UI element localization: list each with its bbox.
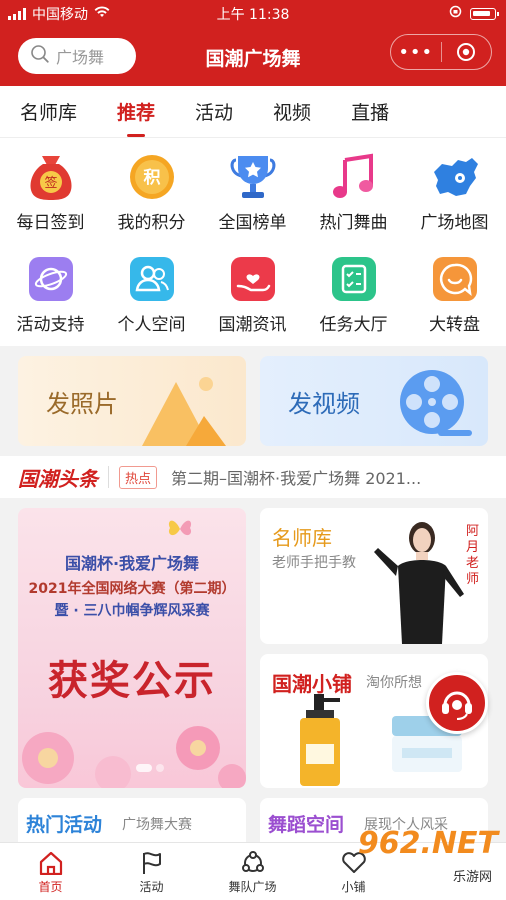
dance-space-title: 舞蹈空间 xyxy=(268,814,345,836)
headset-icon xyxy=(442,691,472,720)
hot-activity-card[interactable]: 热门活动 广场舞大赛 xyxy=(18,798,246,842)
nav-label: 活动 xyxy=(139,880,164,894)
grid-label: 热门舞曲 xyxy=(319,213,388,233)
film-reel-icon xyxy=(400,370,472,436)
trophy-icon xyxy=(228,152,278,202)
svg-text:签: 签 xyxy=(44,175,57,191)
banner-line3: 暨 · 三八巾帼争辉风采赛 xyxy=(54,603,210,619)
grid-label: 任务大厅 xyxy=(319,315,388,335)
tab-recommend[interactable]: 推荐 xyxy=(117,98,155,137)
grid-label: 广场地图 xyxy=(420,213,489,233)
flag-icon xyxy=(142,852,161,874)
tab-activities[interactable]: 活动 xyxy=(195,98,233,125)
more-menu-button[interactable]: ••• xyxy=(391,42,441,63)
mountain-picture-icon xyxy=(142,377,226,446)
status-time: 上午 11:38 xyxy=(216,7,290,23)
music-note-icon xyxy=(329,152,379,202)
post-video-label: 发视频 xyxy=(288,390,360,418)
tab-live[interactable]: 直播 xyxy=(351,98,389,125)
headline-logo: 国潮头条 xyxy=(18,466,98,491)
team-icon xyxy=(241,851,264,872)
shop-card-title: 国潮小铺 xyxy=(272,672,352,696)
status-bar: 中国移动 上午 11:38 xyxy=(0,0,506,26)
planet-icon xyxy=(26,254,76,304)
target-icon xyxy=(457,43,476,61)
smile-chat-icon xyxy=(430,254,480,304)
grid-label: 个人空间 xyxy=(117,315,186,335)
hot-activity-title: 热门活动 xyxy=(26,814,103,836)
points-coin-icon: 积 xyxy=(127,152,177,202)
china-map-icon xyxy=(430,152,480,202)
nav-label: 首页 xyxy=(38,880,63,894)
grid-label: 全国榜单 xyxy=(218,213,287,233)
banner-headline: 获奖公示 xyxy=(48,658,216,704)
grid-item-task-hall[interactable]: 任务大厅 xyxy=(303,254,404,335)
butterfly-icon xyxy=(168,520,192,536)
watermark-logo: 962.NET xyxy=(357,826,498,861)
contest-banner[interactable]: 国潮杯·我爱广场舞 2021年全国网络大赛（第二期） 暨 · 三八巾帼争辉风采赛… xyxy=(18,508,246,788)
battery-icon xyxy=(470,7,499,20)
carousel-dot xyxy=(156,764,164,772)
grid-label: 大转盘 xyxy=(429,315,480,335)
shop-card-subtitle: 淘你所想 xyxy=(366,675,422,691)
grid-item-lucky-wheel[interactable]: 大转盘 xyxy=(404,254,505,335)
tab-videos[interactable]: 视频 xyxy=(273,98,311,125)
post-photo-label: 发照片 xyxy=(46,390,118,418)
close-miniprogram-button[interactable] xyxy=(441,41,491,63)
grid-item-my-points[interactable]: 积 我的积分 xyxy=(101,152,202,233)
tab-teachers[interactable]: 名师库 xyxy=(20,98,77,125)
orientation-lock-icon xyxy=(449,5,462,22)
miniprogram-capsule: ••• xyxy=(390,34,492,70)
flower-decoration xyxy=(22,726,246,788)
teacher-card[interactable]: 名师库 老师手把手教 阿月老师 xyxy=(260,508,488,644)
teacher-card-title: 名师库 xyxy=(272,526,332,550)
post-photo-card[interactable]: 发照片 xyxy=(18,356,246,446)
app-header: 中国移动 上午 11:38 广场舞 国潮广场舞 ••• xyxy=(0,0,506,86)
product-bottle-image xyxy=(300,694,340,786)
headline-text: 第二期–国潮杯·我爱广场舞 2021... xyxy=(171,469,422,488)
grid-item-national-ranking[interactable]: 全国榜单 xyxy=(202,152,303,233)
grid-label: 每日签到 xyxy=(16,213,85,233)
grid-label: 国潮资讯 xyxy=(218,315,287,335)
sign-in-bag-icon: 签 xyxy=(26,152,76,202)
teacher-name-tag: 阿月老师 xyxy=(466,524,480,587)
customer-service-button[interactable] xyxy=(426,672,488,734)
hot-badge: 热点 xyxy=(119,465,158,489)
grid-item-daily-signin[interactable]: 签 每日签到 xyxy=(0,152,101,233)
grid-item-activity-support[interactable]: 活动支持 xyxy=(0,254,101,335)
nav-label: 舞队广场 xyxy=(228,880,277,894)
banner-line1: 国潮杯·我爱广场舞 xyxy=(64,554,200,573)
nav-activities[interactable]: 活动 xyxy=(101,843,202,900)
home-icon xyxy=(39,851,62,875)
banner-line2: 2021年全国网络大赛（第二期） xyxy=(28,581,236,597)
hand-heart-icon xyxy=(228,254,278,304)
feature-grid: 签 每日签到 积 我的积分 全国榜单 热门舞曲 广场地图 活动支持 个人空间 国… xyxy=(0,138,506,346)
teacher-card-subtitle: 老师手把手教 xyxy=(272,555,356,571)
dancer-photo xyxy=(374,522,464,644)
grid-label: 我的积分 xyxy=(117,213,186,233)
grid-label: 活动支持 xyxy=(16,315,85,335)
nav-team-square[interactable]: 舞队广场 xyxy=(202,843,303,900)
headline-divider xyxy=(108,466,109,488)
hot-activity-subtitle: 广场舞大赛 xyxy=(122,817,192,833)
grid-item-trend-news[interactable]: 国潮资讯 xyxy=(202,254,303,335)
headline-ticker[interactable]: 国潮头条 热点 第二期–国潮杯·我爱广场舞 2021... xyxy=(0,456,506,498)
people-icon xyxy=(127,254,177,304)
watermark-subtitle: 乐游网 xyxy=(452,870,492,885)
nav-home[interactable]: 首页 xyxy=(0,843,101,900)
nav-label: 小铺 xyxy=(341,880,366,894)
grid-item-square-map[interactable]: 广场地图 xyxy=(404,152,505,233)
grid-item-personal-space[interactable]: 个人空间 xyxy=(101,254,202,335)
task-list-icon xyxy=(329,254,379,304)
svg-text:积: 积 xyxy=(143,168,160,188)
promo-cards: 发照片 发视频 xyxy=(18,356,488,446)
post-video-card[interactable]: 发视频 xyxy=(260,356,488,446)
grid-item-hot-music[interactable]: 热门舞曲 xyxy=(303,152,404,233)
carousel-indicator xyxy=(136,764,152,772)
category-tabs: 名师库 推荐 活动 视频 直播 xyxy=(0,86,506,138)
